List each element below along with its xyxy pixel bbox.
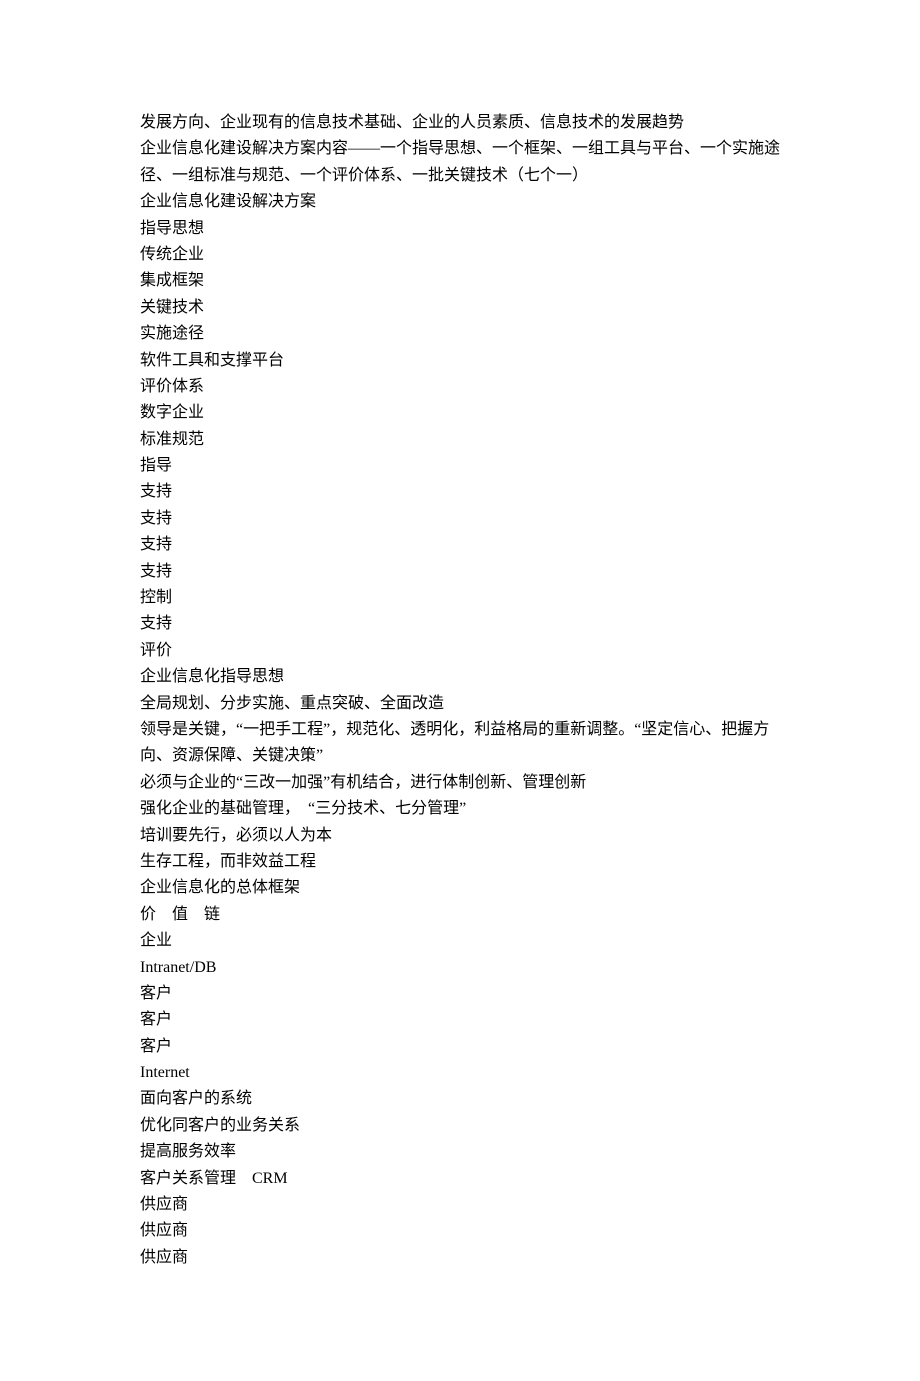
text-line: 评价体系 xyxy=(140,374,780,400)
text-line: 支持 xyxy=(140,479,780,505)
text-line: 客户 xyxy=(140,1034,780,1060)
text-line: 供应商 xyxy=(140,1218,780,1244)
text-line: 关键技术 xyxy=(140,295,780,321)
text-line: 企业信息化指导思想 xyxy=(140,664,780,690)
text-line: 生存工程，而非效益工程 xyxy=(140,849,780,875)
document-page: 发展方向、企业现有的信息技术基础、企业的人员素质、信息技术的发展趋势 企业信息化… xyxy=(0,0,920,1381)
text-line: 客户 xyxy=(140,1007,780,1033)
text-line: 标准规范 xyxy=(140,427,780,453)
text-line: 评价 xyxy=(140,638,780,664)
text-line: 企业信息化的总体框架 xyxy=(140,875,780,901)
text-line: Internet xyxy=(140,1060,780,1086)
text-line: 支持 xyxy=(140,532,780,558)
text-line: 传统企业 xyxy=(140,242,780,268)
text-line: 支持 xyxy=(140,559,780,585)
text-line: 提高服务效率 xyxy=(140,1139,780,1165)
text-line: 企业信息化建设解决方案内容——一个指导思想、一个框架、一组工具与平台、一个实施途… xyxy=(140,136,780,189)
text-line: 企业信息化建设解决方案 xyxy=(140,189,780,215)
text-line: 全局规划、分步实施、重点突破、全面改造 xyxy=(140,691,780,717)
text-line: 集成框架 xyxy=(140,268,780,294)
text-line: 客户关系管理 CRM xyxy=(140,1166,780,1192)
text-line: 客户 xyxy=(140,981,780,1007)
text-line: 控制 xyxy=(140,585,780,611)
text-line: 指导 xyxy=(140,453,780,479)
text-line: Intranet/DB xyxy=(140,955,780,981)
text-line: 支持 xyxy=(140,611,780,637)
text-line: 领导是关键，“一把手工程”，规范化、透明化，利益格局的重新调整。“坚定信心、把握… xyxy=(140,717,780,770)
text-line: 优化同客户的业务关系 xyxy=(140,1113,780,1139)
text-line: 价 值 链 xyxy=(140,902,780,928)
text-line: 供应商 xyxy=(140,1245,780,1271)
text-line: 强化企业的基础管理， “三分技术、七分管理” xyxy=(140,796,780,822)
text-line: 企业 xyxy=(140,928,780,954)
text-line: 供应商 xyxy=(140,1192,780,1218)
text-line: 发展方向、企业现有的信息技术基础、企业的人员素质、信息技术的发展趋势 xyxy=(140,110,780,136)
text-line: 面向客户的系统 xyxy=(140,1086,780,1112)
text-line: 培训要先行，必须以人为本 xyxy=(140,823,780,849)
text-line: 必须与企业的“三改一加强”有机结合，进行体制创新、管理创新 xyxy=(140,770,780,796)
text-line: 实施途径 xyxy=(140,321,780,347)
text-line: 指导思想 xyxy=(140,216,780,242)
text-line: 数字企业 xyxy=(140,400,780,426)
text-line: 软件工具和支撑平台 xyxy=(140,348,780,374)
text-line: 支持 xyxy=(140,506,780,532)
